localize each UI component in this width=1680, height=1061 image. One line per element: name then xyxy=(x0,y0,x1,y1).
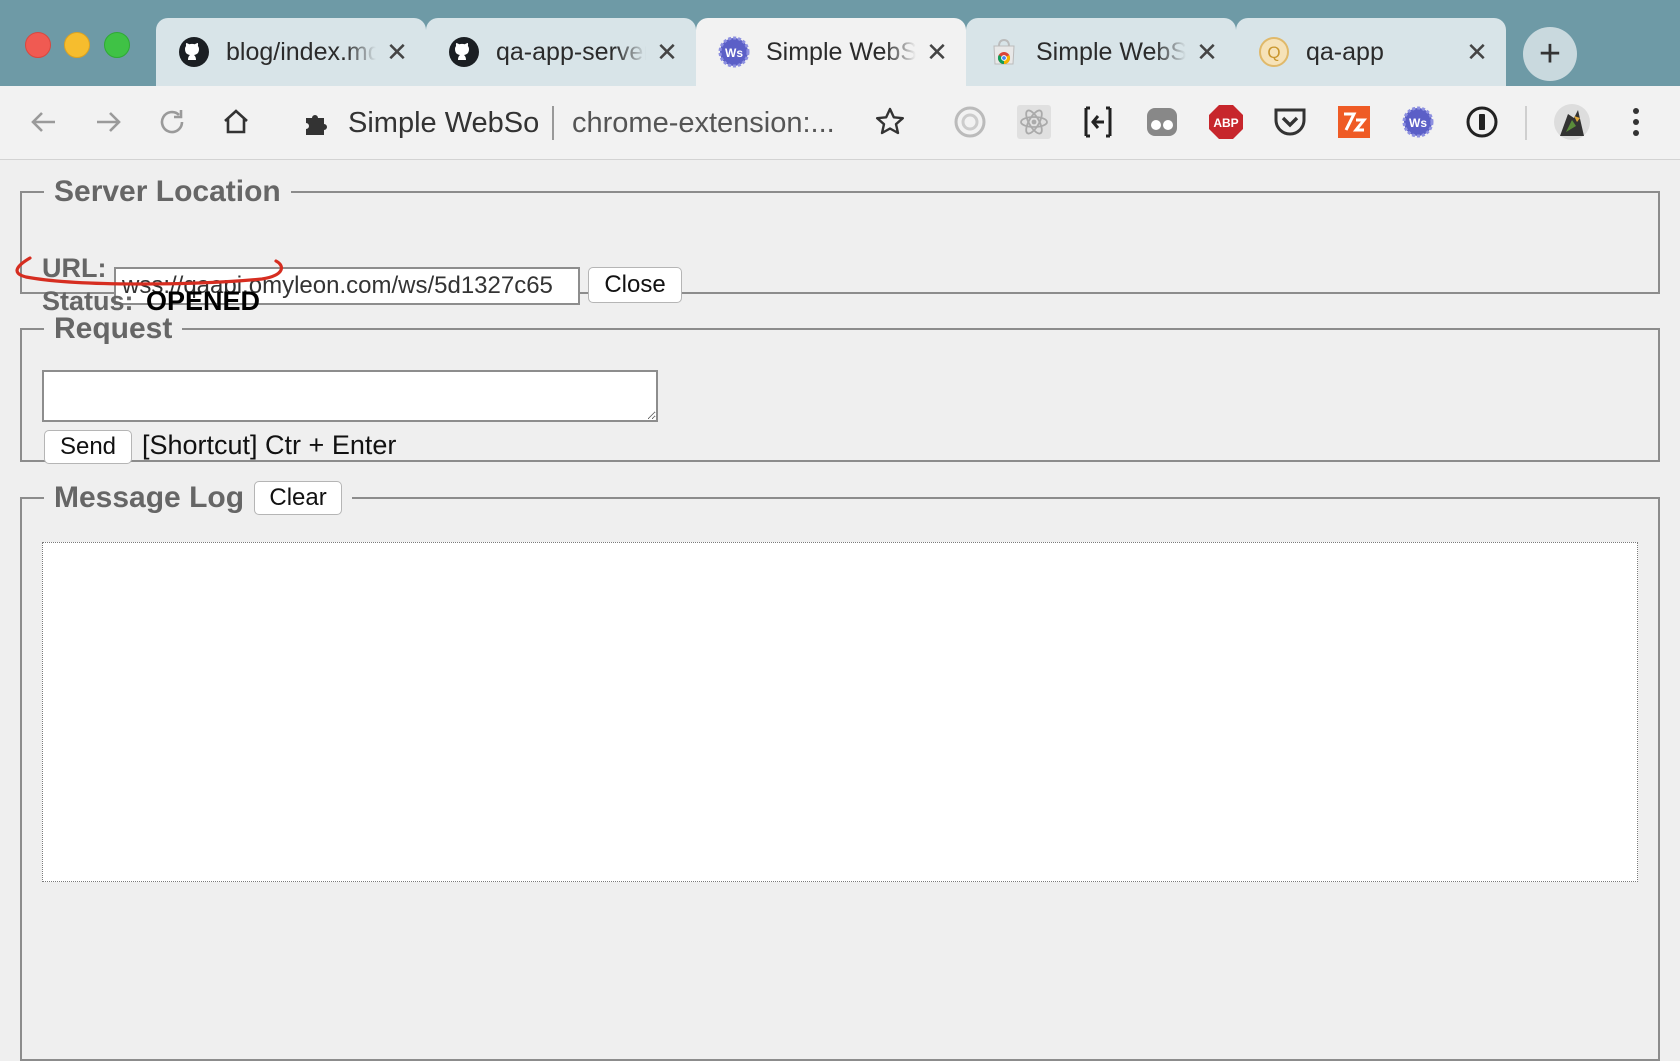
url-label: URL: xyxy=(42,253,107,283)
forward-button[interactable] xyxy=(86,100,130,144)
browser-toolbar: Simple WebSo chrome-extension:... ABP Ws xyxy=(0,86,1680,160)
omnibox-site-name[interactable]: Simple WebSo xyxy=(348,104,539,142)
chrome-webstore-icon xyxy=(988,36,1020,68)
onepassword-icon[interactable] xyxy=(1460,100,1504,144)
tab-qa-app-server[interactable]: qa-app-server ✕ xyxy=(426,18,696,86)
svg-text:Ws: Ws xyxy=(725,46,743,60)
websocket-ext-icon[interactable]: Ws xyxy=(1396,100,1440,144)
close-icon[interactable]: ✕ xyxy=(1464,37,1490,67)
reload-icon xyxy=(160,110,184,134)
close-icon[interactable]: ✕ xyxy=(1194,37,1220,67)
pocket-icon[interactable] xyxy=(1268,100,1312,144)
back-button[interactable] xyxy=(22,100,66,144)
request-textarea[interactable] xyxy=(42,370,658,422)
tab-blog-index[interactable]: blog/index.md ✕ xyxy=(156,18,426,86)
svg-text:Ws: Ws xyxy=(1409,116,1427,130)
toolbar-separator xyxy=(1525,106,1527,140)
star-icon xyxy=(876,107,904,135)
page-content: Server Location URL: Close Status: OPENE… xyxy=(0,161,1680,1061)
menu-dots-icon[interactable] xyxy=(1614,100,1658,144)
request-fieldset: Request Send [Shortcut] Ctr + Enter xyxy=(20,312,1660,464)
circle-ext-icon[interactable] xyxy=(948,100,992,144)
close-window-button[interactable] xyxy=(25,32,51,58)
home-icon xyxy=(224,109,248,134)
close-icon[interactable]: ✕ xyxy=(654,37,680,67)
github-icon xyxy=(448,36,480,68)
qa-app-icon: Q xyxy=(1258,36,1290,68)
tab-title: qa-app-server xyxy=(496,37,646,66)
new-tab-button[interactable]: + xyxy=(1523,27,1577,81)
server-location-fieldset: Server Location URL: Close Status: OPENE… xyxy=(20,175,1660,316)
github-icon xyxy=(178,36,210,68)
bookmark-button[interactable] xyxy=(868,100,912,144)
message-log-title: Message Log xyxy=(54,481,245,514)
svg-text:Q: Q xyxy=(1267,43,1280,62)
message-log-legend: Message Log Clear xyxy=(44,481,352,515)
profile-avatar[interactable] xyxy=(1550,100,1594,144)
arrow-right-icon xyxy=(97,112,121,132)
server-location-legend: Server Location xyxy=(54,175,281,208)
react-devtools-icon[interactable] xyxy=(1012,100,1056,144)
websocket-ext-icon: Ws xyxy=(718,36,750,68)
shortcut-hint: [Shortcut] Ctr + Enter xyxy=(142,430,397,460)
bracket-ext-icon[interactable] xyxy=(1076,100,1120,144)
tab-title: Simple WebSocket Client xyxy=(1036,37,1186,66)
puzzle-icon xyxy=(300,104,332,142)
clear-button[interactable]: Clear xyxy=(254,481,343,515)
maximize-window-button[interactable] xyxy=(104,32,130,58)
omnibox-divider xyxy=(552,106,554,140)
tab-simple-websocket-active[interactable]: Ws Simple WebSocket Client ✕ xyxy=(696,18,966,86)
minimize-window-button[interactable] xyxy=(64,32,90,58)
message-log-area[interactable] xyxy=(42,542,1638,882)
arrow-left-icon xyxy=(31,112,55,132)
svg-text:ABP: ABP xyxy=(1213,116,1238,130)
tab-qa-app[interactable]: Q qa-app ✕ xyxy=(1236,18,1506,86)
omnibox-url[interactable]: chrome-extension:... xyxy=(572,104,835,142)
tab-title: Simple WebSocket Client xyxy=(766,37,916,66)
adblock-plus-icon[interactable]: ABP xyxy=(1204,100,1248,144)
tab-title: blog/index.md xyxy=(226,37,376,66)
home-button[interactable] xyxy=(214,100,258,144)
send-button[interactable]: Send xyxy=(44,430,132,464)
request-legend: Request xyxy=(54,312,173,345)
close-icon[interactable]: ✕ xyxy=(924,37,950,67)
postman-ext-icon[interactable] xyxy=(1332,100,1376,144)
tab-strip: blog/index.md ✕ qa-app-server ✕ Ws Simpl… xyxy=(0,0,1680,86)
close-button[interactable]: Close xyxy=(588,267,682,303)
tab-simple-websocket-webstore[interactable]: Simple WebSocket Client ✕ xyxy=(966,18,1236,86)
close-icon[interactable]: ✕ xyxy=(384,37,410,67)
ghost-ext-icon[interactable] xyxy=(1140,100,1184,144)
tab-title: qa-app xyxy=(1306,37,1384,66)
reload-button[interactable] xyxy=(150,100,194,144)
